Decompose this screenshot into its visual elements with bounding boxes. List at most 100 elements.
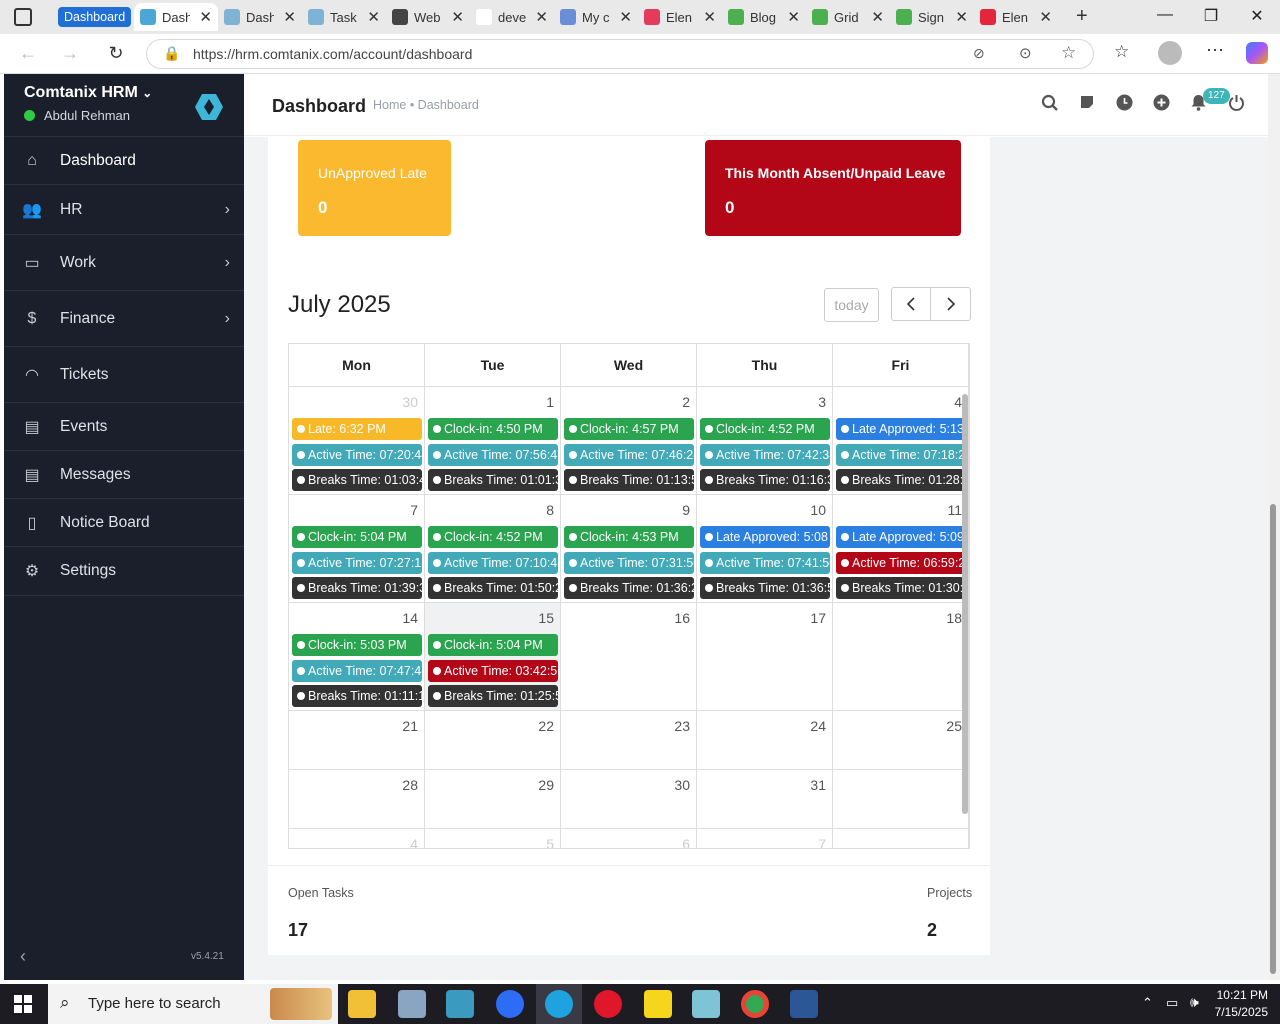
tracking-icon[interactable]: ⊘ — [973, 45, 985, 62]
url-field[interactable]: 🔒 https://hrm.comtanix.com/account/dashb… — [146, 39, 1094, 69]
day-number[interactable]: 8 — [546, 502, 554, 518]
calendar-event[interactable]: Breaks Time: 01:36:58 — [700, 577, 830, 599]
tab-group-label[interactable]: Dashboard — [58, 7, 132, 27]
calendar-day-cell[interactable]: 1 Clock-in: 4:50 PM Active Time: 07:56:43 B… — [425, 387, 561, 495]
tab-close-icon[interactable]: ✕ — [199, 8, 212, 26]
calendar-day-cell[interactable]: 25 — [833, 711, 969, 770]
calendar-event[interactable]: Active Time: 07:31:50 — [564, 551, 694, 574]
browser-tab[interactable]: deve ✕ — [470, 3, 554, 31]
calendar-event[interactable]: Active Time: 06:59:25 — [836, 551, 966, 574]
browser-tab[interactable]: Task ✕ — [302, 3, 386, 31]
day-number[interactable]: 7 — [410, 502, 418, 518]
calendar-event[interactable]: Breaks Time: 01:50:22 — [428, 577, 558, 599]
day-number[interactable]: 23 — [674, 718, 690, 734]
day-number[interactable]: 16 — [674, 610, 690, 626]
day-number[interactable]: 1 — [546, 394, 554, 410]
search-icon[interactable] — [1039, 94, 1061, 116]
refresh-icon[interactable]: ↻ — [104, 43, 128, 64]
network-icon[interactable]: ▭ — [1166, 995, 1178, 1011]
calendar-event[interactable]: Breaks Time: 01:13:59 — [564, 469, 694, 491]
calendar-event[interactable]: Breaks Time: 01:03:46 — [292, 469, 422, 491]
page-scrollbar[interactable] — [1268, 74, 1280, 980]
browser-tab[interactable]: Blog ✕ — [722, 3, 806, 31]
day-number[interactable]: 4 — [410, 836, 418, 848]
zoom-icon[interactable] — [496, 990, 524, 1018]
tab-close-icon[interactable]: ✕ — [619, 8, 632, 26]
add-circle-icon[interactable] — [1150, 94, 1172, 116]
browser-tab[interactable]: My c ✕ — [554, 3, 638, 31]
calendar-day-cell[interactable]: 24 — [697, 711, 833, 770]
calendar-event[interactable]: Late: 6:32 PM — [292, 418, 422, 440]
url-text[interactable]: https://hrm.comtanix.com/account/dashboa… — [193, 46, 472, 62]
calendar-event[interactable]: Breaks Time: 01:28:11 — [836, 469, 966, 491]
chevron-up-icon[interactable]: ⌃ — [1142, 995, 1153, 1011]
lock-icon[interactable]: 🔒 — [163, 45, 180, 62]
windows-start-icon[interactable] — [14, 995, 32, 1013]
profile-avatar[interactable] — [1158, 41, 1182, 65]
collapse-sidebar-icon[interactable]: ‹ — [20, 946, 26, 967]
calendar-event[interactable]: Breaks Time: 01:16:39 — [700, 469, 830, 491]
sidebar-item-settings[interactable]: ⚙ Settings — [4, 546, 244, 596]
calendar-event[interactable]: Late Approved: 5:13 PM — [836, 418, 966, 440]
day-number[interactable]: 21 — [402, 718, 418, 734]
calendar-event[interactable]: Active Time: 07:46:24 — [564, 443, 694, 466]
calendar-event[interactable]: Active Time: 07:27:18 — [292, 551, 422, 574]
opera-icon[interactable] — [594, 990, 622, 1018]
tab-close-icon[interactable]: ✕ — [535, 8, 548, 26]
file-explorer-icon[interactable] — [348, 990, 376, 1018]
calendar-day-cell[interactable]: 23 — [561, 711, 697, 770]
volume-icon[interactable]: 🕪 — [1190, 994, 1199, 1011]
calendar-day-cell[interactable]: 22 — [425, 711, 561, 770]
tab-actions-icon[interactable] — [14, 8, 32, 26]
day-number[interactable]: 30 — [402, 394, 418, 410]
day-number[interactable]: 25 — [946, 718, 962, 734]
calendar-event[interactable]: Active Time: 07:42:34 — [700, 443, 830, 466]
calendar-event[interactable]: Clock-in: 4:50 PM — [428, 418, 558, 440]
calendar-day-cell[interactable]: 4 — [289, 829, 425, 848]
taskbar-clock[interactable]: 10:21 PM 7/15/2025 — [1215, 987, 1268, 1021]
tab-close-icon[interactable]: ✕ — [955, 8, 968, 26]
sidebar-item-finance[interactable]: $ Finance › — [4, 290, 244, 346]
calendar-scrollbar[interactable] — [962, 394, 968, 814]
today-button[interactable]: today — [824, 288, 879, 322]
day-number[interactable]: 24 — [810, 718, 826, 734]
calendar-day-cell[interactable]: 7 Clock-in: 5:04 PM Active Time: 07:27:18 B… — [289, 495, 425, 603]
brand-name[interactable]: Comtanix HRM ⌄ — [24, 84, 152, 102]
calendar-event[interactable]: Active Time: 07:56:43 — [428, 443, 558, 466]
calendar-day-cell[interactable]: 28 — [289, 770, 425, 829]
day-number[interactable]: 4 — [954, 394, 962, 410]
browser-tab[interactable]: Elen ✕ — [974, 3, 1058, 31]
calendar-day-cell[interactable]: 31 — [697, 770, 833, 829]
calendar-day-cell[interactable]: 7 — [697, 829, 833, 848]
calendar-event[interactable]: Breaks Time: 01:36:28 — [564, 577, 694, 599]
search-highlight-image[interactable] — [270, 988, 332, 1020]
browser-tab[interactable]: Sign ✕ — [890, 3, 974, 31]
absent-leave-card[interactable]: This Month Absent/Unpaid Leave 0 — [705, 140, 961, 236]
tab-close-icon[interactable]: ✕ — [451, 8, 464, 26]
day-number[interactable]: 5 — [546, 836, 554, 848]
day-number[interactable]: 11 — [947, 502, 962, 518]
calendar-event[interactable]: Active Time: 07:10:48 — [428, 551, 558, 574]
app-icon[interactable] — [398, 990, 426, 1018]
day-number[interactable]: 30 — [674, 777, 690, 793]
open-tasks-value[interactable]: 17 — [288, 920, 308, 941]
calendar-event[interactable]: Breaks Time: 01:25:57 — [428, 685, 558, 707]
calendar-day-cell[interactable]: 30 Late: 6:32 PM Active Time: 07:20:44 Brea… — [289, 387, 425, 495]
calendar-day-cell[interactable]: 10 Late Approved: 5:08 PM Active Time: 07:… — [697, 495, 833, 603]
day-number[interactable]: 31 — [810, 777, 826, 793]
calendar-day-cell[interactable]: 5 — [425, 829, 561, 848]
breadcrumb[interactable]: Home • Dashboard — [373, 98, 479, 112]
calendar-event[interactable]: Active Time: 07:41:50 — [700, 551, 830, 574]
projects-value[interactable]: 2 — [927, 920, 937, 941]
chevron-down-icon[interactable]: ⌄ — [142, 86, 152, 100]
calendar-event[interactable]: Clock-in: 4:53 PM — [564, 526, 694, 548]
next-month-button[interactable] — [930, 287, 971, 321]
browser-tab[interactable]: Elen ✕ — [638, 3, 722, 31]
calendar-event[interactable]: Clock-in: 5:04 PM — [428, 634, 558, 656]
favorites-icon[interactable]: ☆ — [1114, 42, 1129, 62]
sidebar-item-work[interactable]: ▭ Work › — [4, 234, 244, 290]
day-number[interactable]: 29 — [538, 777, 554, 793]
tab-close-icon[interactable]: ✕ — [871, 8, 884, 26]
calendar-day-cell[interactable]: 11 Late Approved: 5:09 PM Active Time: 06:… — [833, 495, 969, 603]
calendar-event[interactable]: Clock-in: 4:57 PM — [564, 418, 694, 440]
